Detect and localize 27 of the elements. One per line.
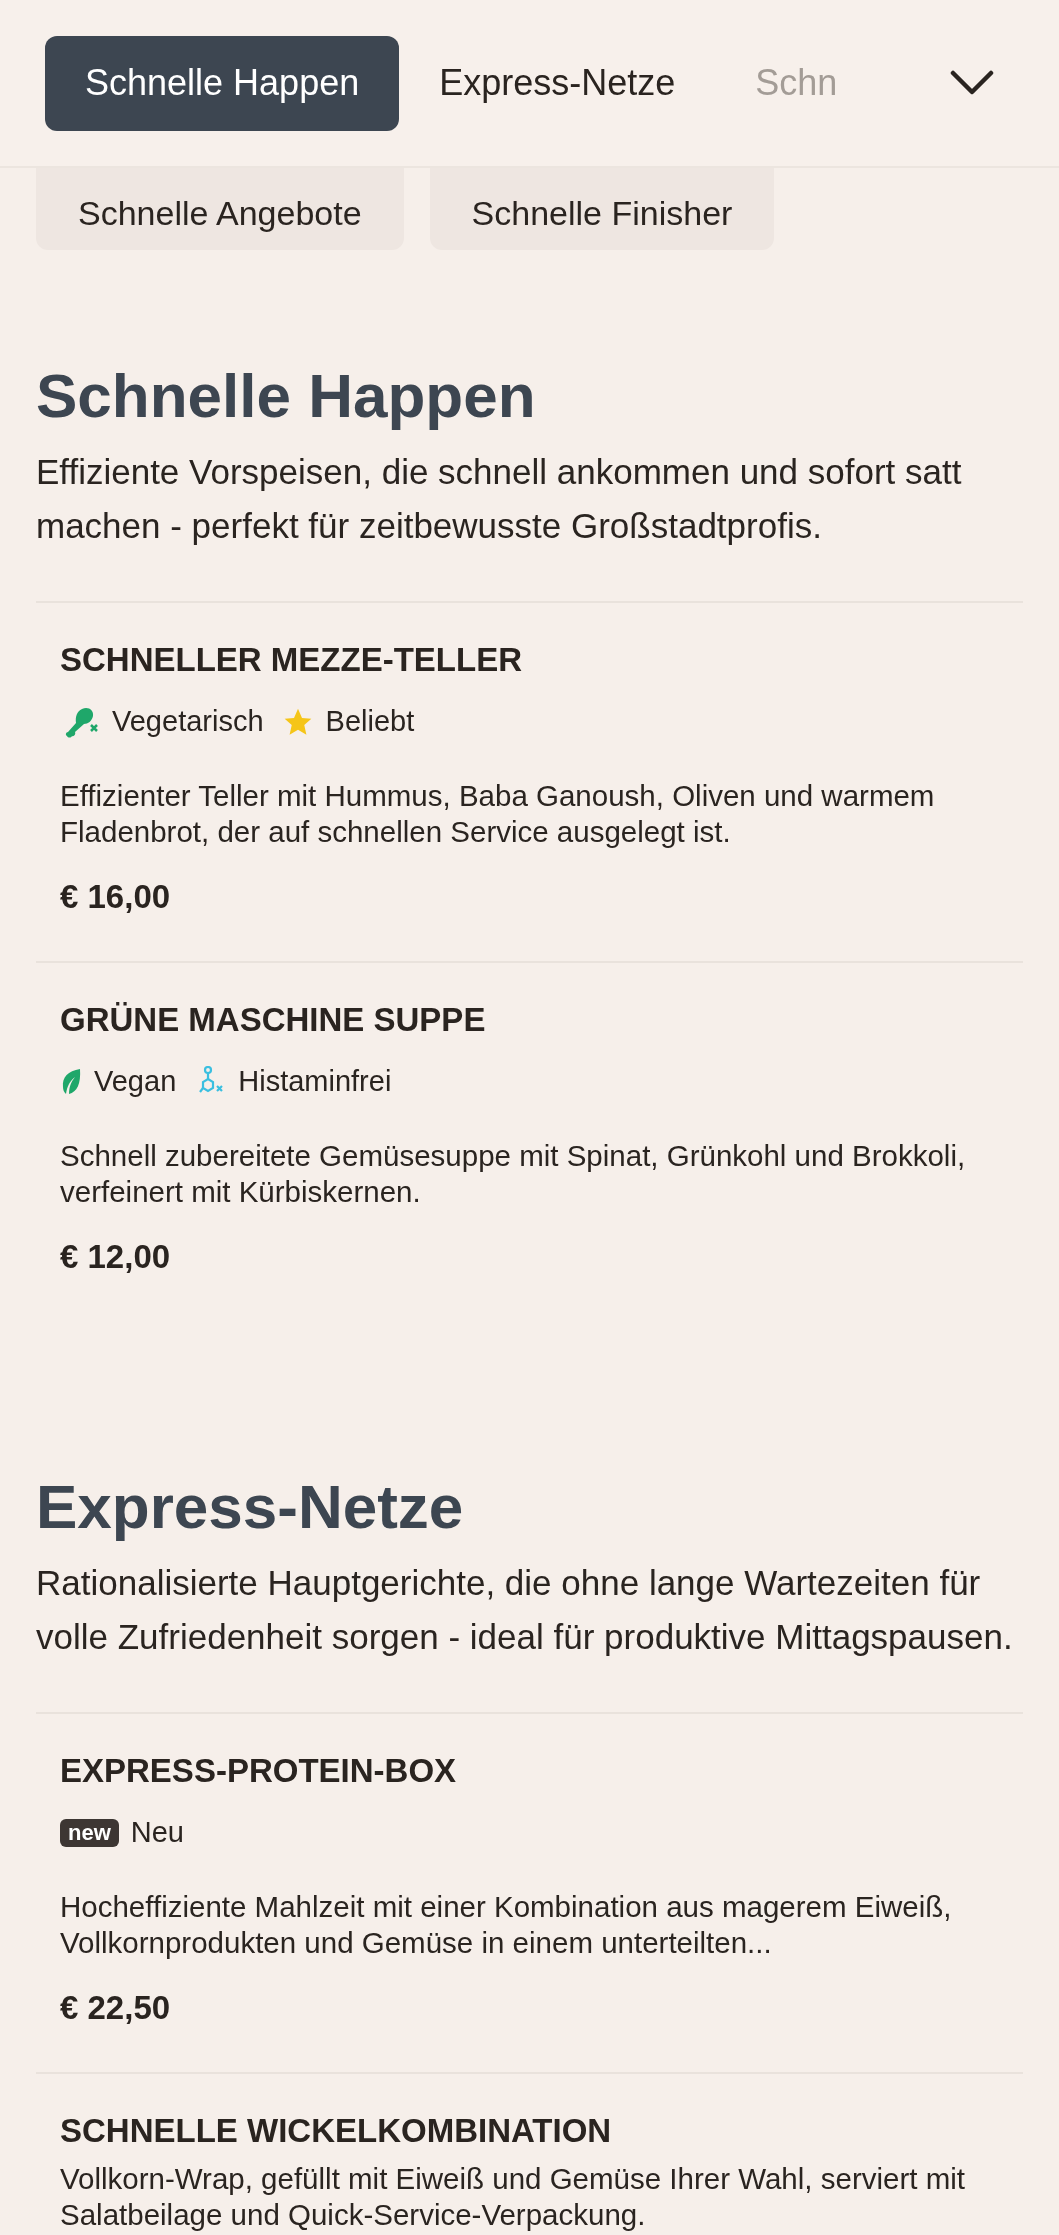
tag-label: Vegan <box>94 1064 177 1100</box>
section-description: Effiziente Vorspeisen, die schnell ankommen und sofort satt machen - perfekt für zeitbewusste Großstadtprofis. <box>36 451 963 548</box>
section-description: Rationalisierte Hauptgerichte, die ohne lange Wartezeiten für volle Zufriedenheit sorgen - ideal für produktive Mittagspausen. <box>36 1562 1014 1659</box>
dish-price: € 22,50 <box>60 1987 172 2028</box>
category-tab[interactable]: Express-Netze <box>399 35 716 131</box>
tag-label: Vegetarisch <box>112 704 264 740</box>
dish-name: EXPRESS-PROTEIN-BOX <box>60 1751 458 1792</box>
dish-name: SCHNELLE WICKELKOMBINATION <box>60 2111 613 2152</box>
section-title: Express-Netze <box>36 1471 465 1543</box>
new-badge: new <box>60 1819 119 1847</box>
dish-price: € 12,00 <box>60 1236 172 1277</box>
chevron-down-icon[interactable] <box>950 70 994 96</box>
leaf-icon <box>60 1066 82 1097</box>
tag-label: Neu <box>130 1815 184 1851</box>
dish-description: Schnell zubereitete Gemüsesuppe mit Spinat, Grünkohl und Brokkoli, verfeinert mit Kürbiskernen. <box>60 1137 967 1210</box>
section-title: Schnelle Happen <box>36 360 537 432</box>
dish-name: SCHNELLER MEZZE-TELLER <box>60 640 523 681</box>
dish-description: Hocheffiziente Mahlzeit mit einer Kombination aus magerem Eiweiß, Vollkornprodukten und Gemüse in einem unterteilten... <box>60 1888 953 1961</box>
category-tab[interactable]: Schnelle Happen <box>45 35 400 131</box>
category-tab[interactable]: Schnelle Angebote <box>36 168 404 250</box>
category-tab[interactable]: Schnelle Finisher <box>429 168 775 250</box>
dish-name: GRÜNE MASCHINE SUPPE <box>60 1000 487 1041</box>
dish-price: € 16,00 <box>60 876 172 917</box>
dish-description: Effizienter Teller mit Hummus, Baba Ganoush, Oliven und warmem Fladenbrot, der auf schnellen Service ausgelegt ist. <box>60 777 936 850</box>
dish-description: Vollkorn-Wrap, gefüllt mit Eiweiß und Gemüse Ihrer Wahl, serviert mit Salatbeilage und Quick-Service-Verpackung. <box>60 2161 966 2234</box>
tag-label: Histaminfrei <box>238 1064 392 1100</box>
tag-label: Beliebt <box>325 704 415 740</box>
